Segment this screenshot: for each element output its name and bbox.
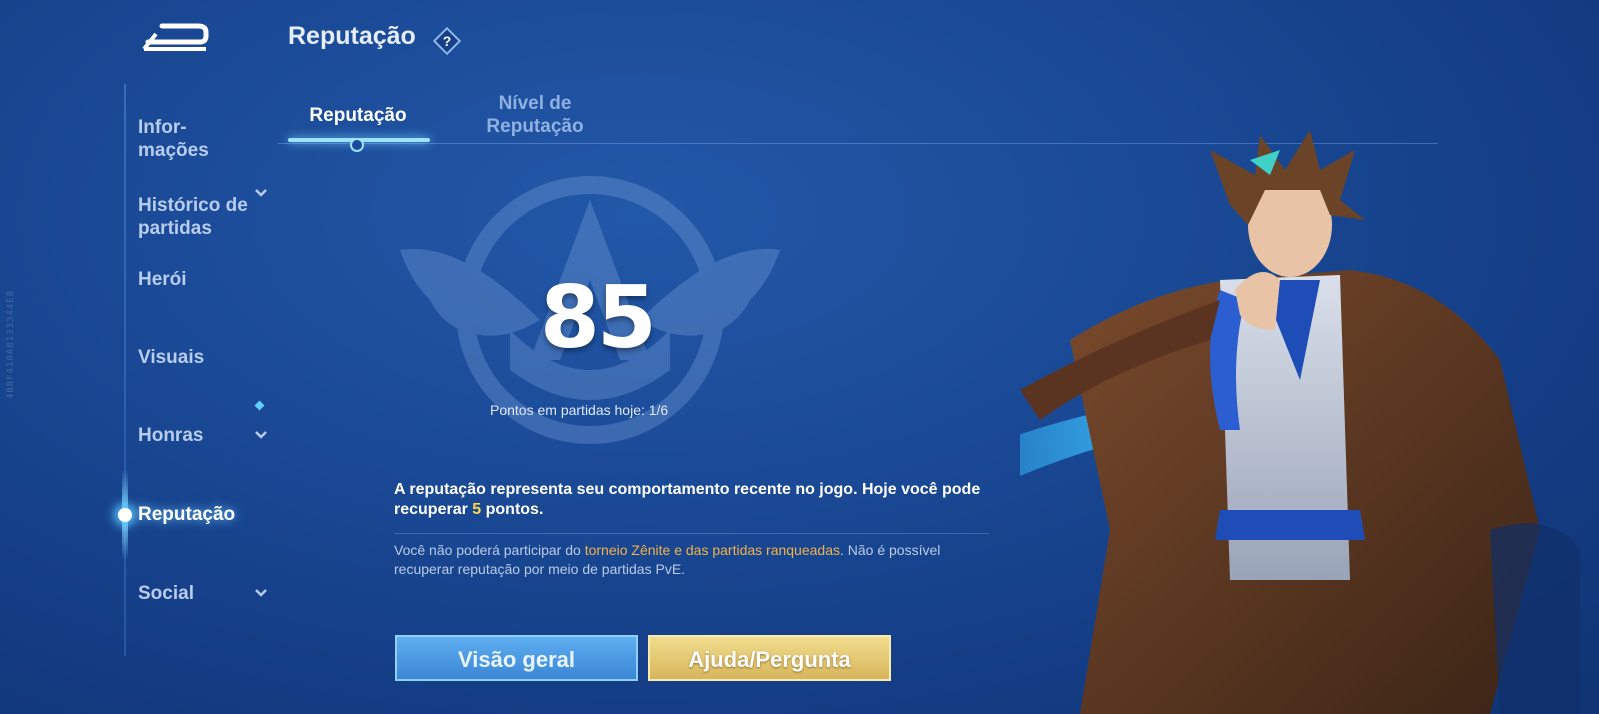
tab-reputacao[interactable]: Reputação: [288, 104, 428, 127]
sidebar-item-label: Infor- mações: [138, 117, 209, 161]
sidebar-item-social[interactable]: Social: [138, 582, 268, 605]
reputation-score: 85: [540, 268, 657, 368]
sidebar-item-historico[interactable]: Histórico de partidas: [138, 171, 268, 263]
reputation-description: A reputação representa seu comportamento…: [394, 481, 981, 518]
sidebar-item-label: Reputação: [138, 504, 236, 525]
sidebar-item-label: Visuais: [138, 347, 205, 368]
sidebar-item-reputacao[interactable]: Reputação: [138, 503, 268, 526]
sidebar-item-informacoes[interactable]: Infor- mações: [138, 93, 268, 162]
tab-nivel-de-reputacao[interactable]: Nível de Reputação: [465, 92, 605, 138]
points-today-text: Pontos em partidas hoje: 1/6: [490, 402, 669, 418]
reputation-note: Você não poderá participar do torneio Zê…: [394, 542, 941, 577]
sidebar-item-label: Histórico de partidas: [138, 195, 248, 239]
sidebar-item-heroi[interactable]: Herói: [138, 268, 268, 291]
sidebar-item-label: Honras: [138, 425, 204, 446]
sidebar-track: [124, 84, 126, 656]
recoverable-points: 5: [472, 501, 482, 518]
help-question-button[interactable]: Ajuda/Pergunta: [648, 635, 891, 681]
sidebar-item-honras[interactable]: Honras: [138, 424, 268, 447]
description-divider: [394, 533, 989, 534]
active-tab-pin: [350, 138, 364, 152]
restricted-modes: torneio Zênite e das partidas ranqueadas: [584, 542, 840, 558]
chevron-down-icon: [255, 589, 267, 597]
overview-button[interactable]: Visão geral: [395, 635, 638, 681]
sidebar-item-label: Social: [138, 583, 194, 604]
sidebar-item-label: Herói: [138, 269, 187, 290]
watermark: 4BBF410A8133344E8: [6, 290, 16, 400]
question-diamond-icon[interactable]: ?: [432, 26, 462, 56]
page-title: Reputação: [288, 22, 416, 50]
chevron-down-icon: [255, 189, 267, 197]
hero-illustration: [1020, 130, 1580, 714]
active-indicator: [118, 508, 132, 522]
notification-dot: [254, 400, 265, 411]
help-label: ?: [443, 33, 452, 49]
sidebar-item-visuais[interactable]: Visuais: [138, 346, 268, 369]
back-arrow-icon[interactable]: [140, 20, 210, 56]
chevron-down-icon: [255, 431, 267, 439]
